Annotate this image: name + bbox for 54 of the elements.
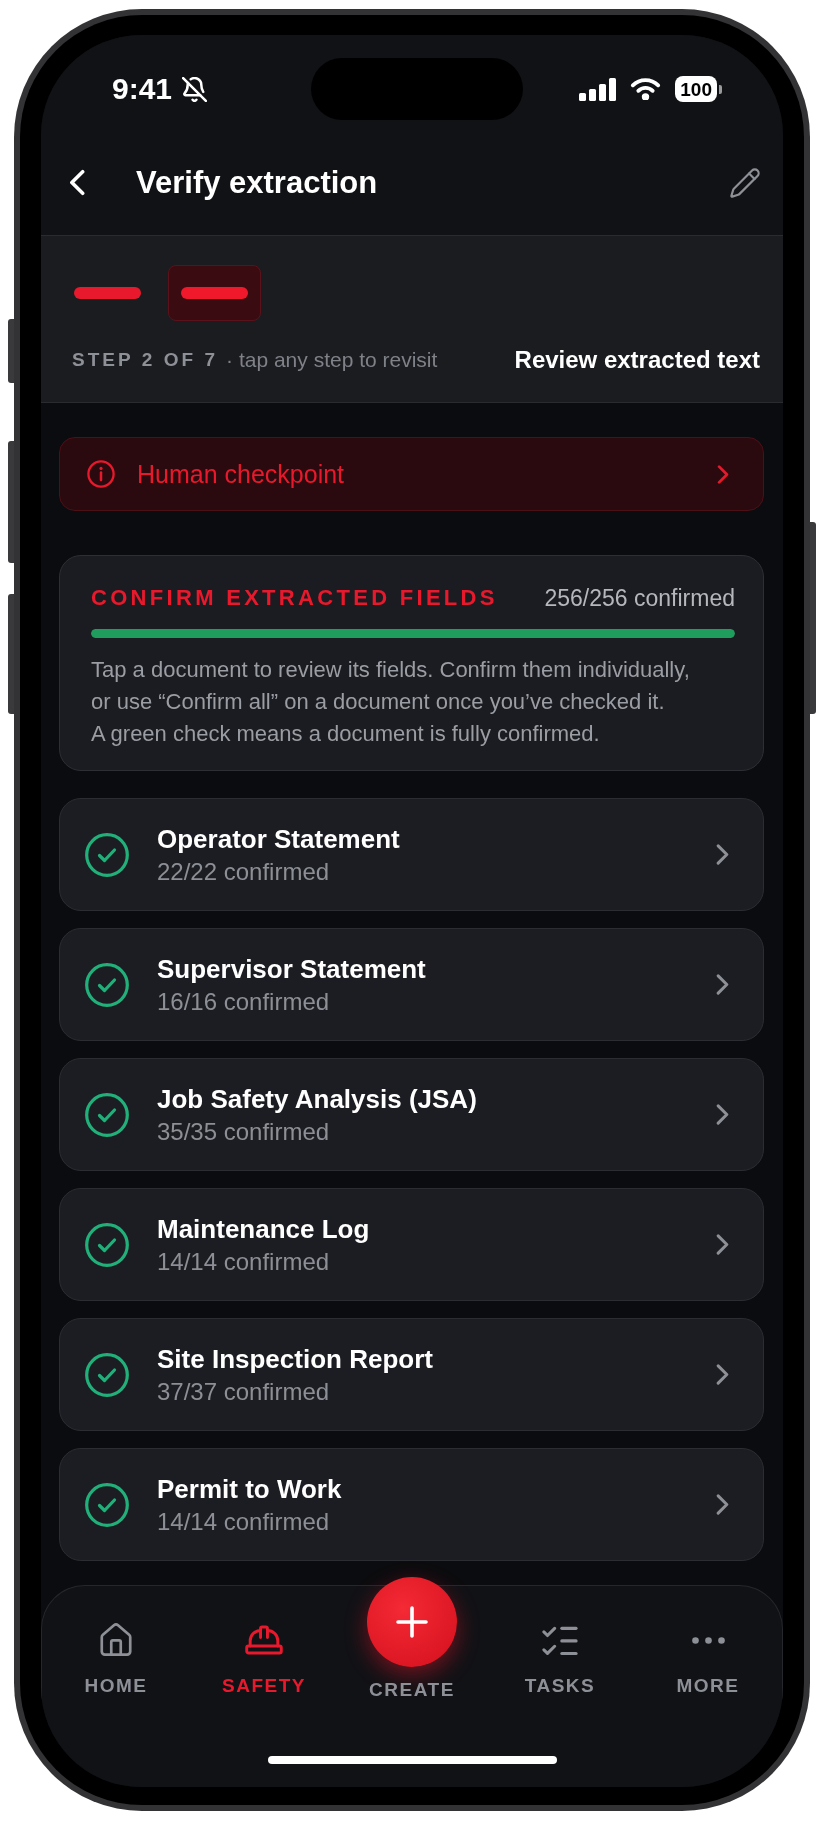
create-label: CREATE: [369, 1679, 455, 1701]
document-card[interactable]: Maintenance Log 14/14 confirmed: [59, 1188, 764, 1301]
info-icon: [87, 460, 115, 488]
current-step-title: Review extracted text: [514, 346, 760, 374]
step-indicator[interactable]: [74, 287, 141, 299]
document-card[interactable]: Operator Statement 22/22 confirmed: [59, 798, 764, 911]
document-card[interactable]: Site Inspection Report 37/37 confirmed: [59, 1318, 764, 1431]
document-status: 22/22 confirmed: [157, 857, 331, 887]
document-card[interactable]: Job Safety Analysis (JSA) 35/35 confirmed: [59, 1058, 764, 1171]
document-status: 16/16 confirmed: [157, 987, 331, 1017]
progress-title: CONFIRM EXTRACTED FIELDS: [91, 584, 498, 612]
home-icon: [99, 1623, 133, 1657]
hard-hat-icon: [245, 1623, 283, 1657]
pencil-icon: [730, 167, 760, 198]
chevron-right-icon: [716, 1364, 729, 1385]
back-button[interactable]: [67, 168, 85, 197]
plus-icon: [396, 1606, 428, 1638]
battery-indicator: 100: [675, 76, 722, 102]
document-title: Operator Statement: [157, 823, 400, 856]
chevron-right-icon: [716, 1494, 729, 1515]
chevron-right-icon: [716, 844, 729, 865]
progress-description: Tap a document to review its fields. Confirm them individually, or use “Confirm all” on a document once you’ve checked it. A green check means a document is fully confirmed.: [91, 656, 691, 748]
document-card[interactable]: Supervisor Statement 16/16 confirmed: [59, 928, 764, 1041]
document-title: Maintenance Log: [157, 1213, 370, 1246]
more-icon: [691, 1636, 725, 1644]
chevron-right-icon: [717, 464, 729, 484]
screen-title: Verify extraction: [136, 163, 378, 202]
wifi-icon: [630, 78, 662, 100]
tab-item[interactable]: HOME: [84, 1586, 148, 1701]
step-hint: · tap any step to revisit: [226, 347, 438, 373]
chevron-right-icon: [716, 1104, 729, 1125]
document-status: 35/35 confirmed: [157, 1117, 331, 1147]
progress-count: 256/256 confirmed: [544, 584, 735, 612]
document-title: Job Safety Analysis (JSA): [157, 1083, 477, 1116]
document-card[interactable]: Permit to Work 14/14 confirmed: [59, 1448, 764, 1561]
edit-button[interactable]: [730, 167, 760, 198]
chevron-left-icon: [67, 169, 85, 196]
step-indicator[interactable]: [168, 265, 261, 321]
document-title: Permit to Work: [157, 1473, 342, 1506]
checkpoint-banner[interactable]: Human checkpoint: [59, 437, 764, 511]
create-button[interactable]: [367, 1577, 457, 1667]
chevron-right-icon: [716, 974, 729, 995]
tab-item[interactable]: TASKS: [524, 1586, 596, 1701]
document-status: 14/14 confirmed: [157, 1507, 331, 1537]
step-position: STEP 2 OF 7: [72, 348, 219, 372]
document-status: 14/14 confirmed: [157, 1247, 331, 1277]
document-status: 37/37 confirmed: [157, 1377, 331, 1407]
status-time: 9:41: [112, 72, 173, 106]
document-title: Site Inspection Report: [157, 1343, 433, 1376]
chevron-right-icon: [716, 1234, 729, 1255]
signal-icon: [579, 77, 617, 101]
document-title: Supervisor Statement: [157, 953, 426, 986]
tab-item[interactable]: SAFETY: [221, 1586, 307, 1701]
tab-item[interactable]: MORE: [676, 1586, 740, 1701]
